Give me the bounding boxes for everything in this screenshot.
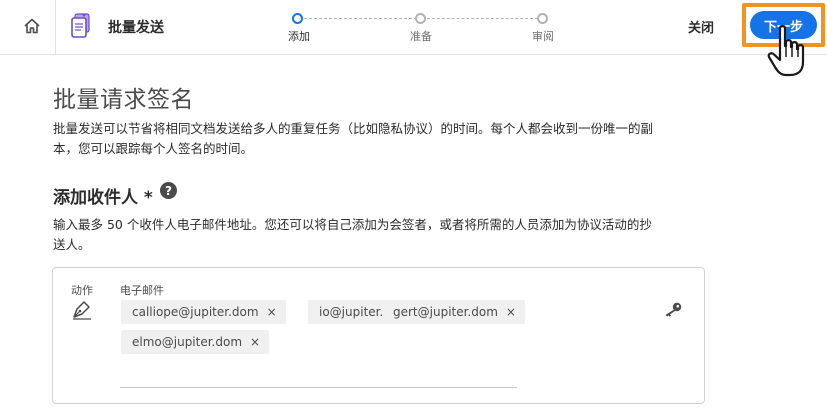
key-icon[interactable] [663, 301, 683, 317]
app-title: 批量发送 [108, 20, 164, 36]
chip-email: calliope@jupiter.dom [132, 305, 259, 319]
step-connector [304, 18, 417, 19]
chip-email: elmo@jupiter.dom [132, 335, 243, 349]
home-icon [24, 18, 40, 34]
action-label: 动作 [71, 284, 93, 297]
step-label-add[interactable]: 添加 [288, 28, 310, 44]
step-dot-prepare [415, 13, 426, 24]
bulk-send-icon [71, 13, 90, 38]
description-line: 送人。 [53, 237, 91, 252]
remove-recipient-icon[interactable]: × [250, 335, 260, 349]
email-input-underline[interactable] [120, 387, 517, 388]
top-bar: 批量发送 添加 准备 审阅 关闭 下一步 [0, 0, 827, 77]
intro-text: 批量发送可以节省将相同文档发送给多人的重复任务（比如隐私协议）的时间。每个人都会… [53, 119, 703, 159]
hand-pointer-cursor [767, 25, 805, 77]
intro-line: 本，您可以跟踪每个人签名的时间。 [53, 141, 254, 156]
recipient-chip[interactable]: calliope@jupiter.dom × [121, 300, 286, 324]
step-connector [427, 18, 538, 19]
add-recipients-description: 输入最多 50 个收件人电子邮件地址。您还可以将自己添加为会签者，或者将所需的人… [53, 215, 703, 255]
chip-email: gert@jupiter.dom [393, 305, 498, 319]
remove-recipient-icon[interactable]: × [506, 305, 516, 319]
step-label-review[interactable]: 审阅 [532, 28, 554, 44]
add-recipients-title: 添加收件人 * [53, 188, 153, 208]
recipient-card: 动作 电子邮件 calliope@jupiter.dom × io@jupite… [52, 267, 705, 404]
step-dot-review [537, 13, 548, 24]
step-dot-add [292, 13, 303, 24]
home-button[interactable] [20, 14, 44, 38]
description-line: 输入最多 50 个收件人电子邮件地址。您还可以将自己添加为会签者，或者将所需的人… [53, 217, 652, 232]
header-divider [55, 0, 56, 55]
remove-recipient-icon[interactable]: × [267, 305, 277, 319]
recipient-chip[interactable]: elmo@jupiter.dom × [121, 330, 270, 354]
help-icon[interactable]: ? [160, 182, 177, 199]
close-button[interactable]: 关闭 [688, 17, 714, 36]
intro-line: 批量发送可以节省将相同文档发送给多人的重复任务（比如隐私协议）的时间。每个人都会… [53, 121, 654, 136]
recipient-chip[interactable]: gert@jupiter.dom × [382, 300, 525, 324]
progress-steps: 添加 准备 审阅 [286, 10, 566, 50]
pen-icon[interactable] [71, 298, 93, 320]
page-title: 批量请求签名 [53, 87, 194, 113]
email-label: 电子邮件 [120, 284, 164, 297]
step-label-prepare[interactable]: 准备 [410, 28, 432, 44]
